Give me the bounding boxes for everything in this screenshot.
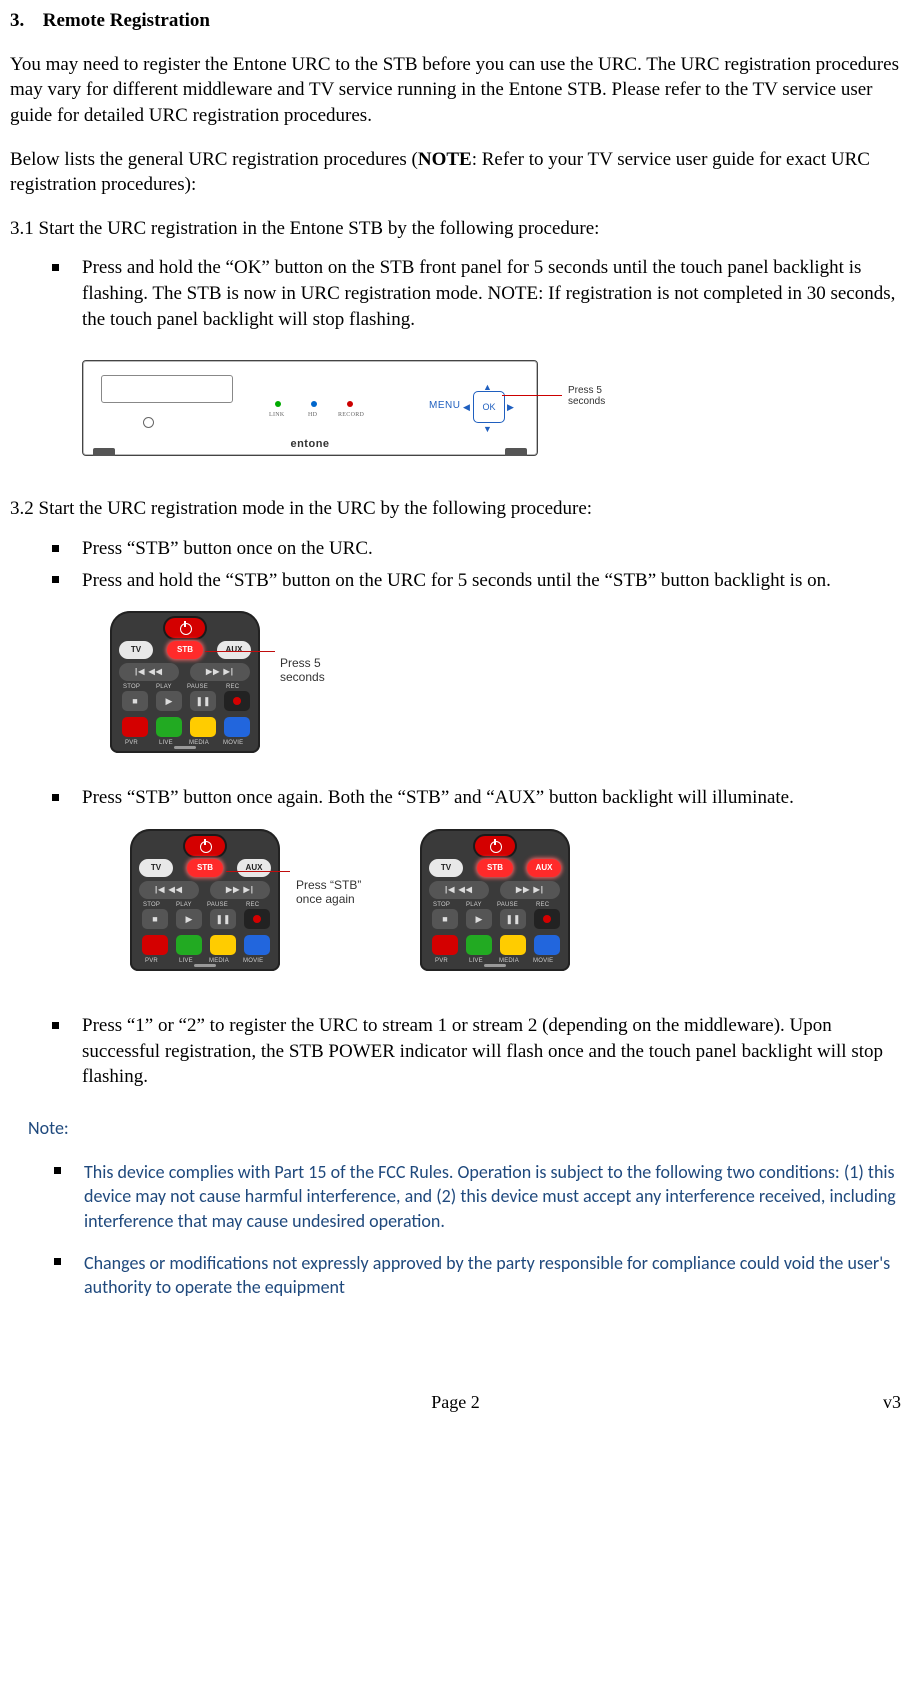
step-3-2-bullet-2: Press and hold the “STB” button on the U… [82, 568, 901, 594]
remote-power-button-icon [185, 836, 225, 856]
stb-callout-leader [502, 395, 562, 396]
stb-ok-button: OK [473, 391, 505, 423]
stb-chassis: LINK HD RECORD MENU ▲ ▼ ◀ ▶ OK entone [82, 360, 538, 456]
remote-callout-press-again: Press “STB” once again [296, 879, 361, 907]
stb-menu-label: MENU [429, 399, 460, 413]
remote-tv-button: TV [139, 859, 173, 877]
remote-body-right: TV STB AUX |◀ ◀◀ ▶▶ ▶| STOP PLAY PAUSE R… [420, 829, 570, 971]
note-label: Note: [28, 1116, 901, 1140]
remote-pause-button: ❚❚ [190, 691, 216, 711]
step-3-2-bullet-1: Press “STB” button once on the URC. [82, 536, 901, 562]
stb-led-record [347, 401, 353, 407]
remote-body-left: TV STB AUX |◀ ◀◀ ▶▶ ▶| STOP PLAY PAUSE R… [130, 829, 280, 971]
remote-callout-press-5s: Press 5 seconds [280, 657, 325, 685]
remote-rec-button [224, 691, 250, 711]
step-3-2-heading: 3.2 Start the URC registration mode in t… [10, 496, 901, 522]
remote-tv-button: TV [429, 859, 463, 877]
intro-paragraph-2: Below lists the general URC registration… [10, 147, 901, 198]
footer-version: v3 [883, 1390, 901, 1414]
section-heading: 3. Remote Registration [10, 8, 901, 34]
remote-stb-button-lit: STB [477, 859, 513, 877]
step-3-1-bullet-1: Press and hold the “OK” button on the ST… [82, 255, 901, 332]
remote-body: TV STB AUX |◀ ◀◀ ▶▶ ▶| STOP PLAY PAUSE R… [110, 611, 260, 753]
footer-page-number: Page 2 [10, 1390, 901, 1414]
note-item-1: This device complies with Part 15 of the… [84, 1160, 901, 1233]
remote-aux-button: AUX [217, 641, 251, 659]
remote-figure-press-5s: TV STB AUX |◀ ◀◀ ▶▶ ▶| STOP PLAY PAUSE R… [110, 611, 901, 761]
intro-paragraph-1: You may need to register the Entone URC … [10, 52, 901, 129]
stb-led-label-record: RECORD [338, 411, 364, 419]
remote-power-button-icon [165, 618, 205, 638]
step-3-2-bullet-4: Press “1” or “2” to register the URC to … [82, 1013, 901, 1090]
remote-yellow-button [190, 717, 216, 737]
stb-led-link [275, 401, 281, 407]
stb-arrow-left-icon: ◀ [463, 401, 470, 413]
remote-power-button-icon [475, 836, 515, 856]
page-footer: Page 2 v3 [10, 1390, 901, 1420]
remote-play-button: ▶ [156, 691, 182, 711]
remote-aux-button: AUX [237, 859, 271, 877]
remote-green-button [156, 717, 182, 737]
remote-transport-left: |◀ ◀◀ [119, 663, 179, 681]
remote-blue-button [224, 717, 250, 737]
remote-stb-button: STB [187, 859, 223, 877]
stb-brand-label: entone [83, 437, 537, 452]
stb-led-label-link: LINK [269, 411, 285, 419]
stb-power-icon [143, 417, 154, 428]
remote-stop-button: ■ [122, 691, 148, 711]
step-3-1-heading: 3.1 Start the URC registration in the En… [10, 216, 901, 242]
stb-callout-text: Press 5 seconds [568, 385, 605, 407]
stb-disc-tray [101, 375, 233, 403]
stb-arrow-down-icon: ▼ [483, 423, 492, 435]
stb-front-panel-figure: LINK HD RECORD MENU ▲ ▼ ◀ ▶ OK entone Pr… [82, 350, 634, 474]
remote-red-button [122, 717, 148, 737]
remote-tv-button: TV [119, 641, 153, 659]
note-block: Note: This device complies with Part 15 … [28, 1116, 901, 1300]
stb-led-label-hd: HD [308, 411, 317, 419]
stb-arrow-right-icon: ▶ [507, 401, 514, 413]
step-3-2-bullet-3: Press “STB” button once again. Both the … [82, 785, 901, 811]
stb-led-hd [311, 401, 317, 407]
section-title-text: Remote Registration [43, 10, 210, 31]
remote-stb-button: STB [167, 641, 203, 659]
remote-transport-right: ▶▶ ▶| [190, 663, 250, 681]
remote-aux-button-lit: AUX [527, 859, 561, 877]
section-number: 3. [10, 8, 38, 34]
remote-figure-press-again: TV STB AUX |◀ ◀◀ ▶▶ ▶| STOP PLAY PAUSE R… [130, 829, 901, 989]
note-item-2: Changes or modifications not expressly a… [84, 1251, 901, 1300]
